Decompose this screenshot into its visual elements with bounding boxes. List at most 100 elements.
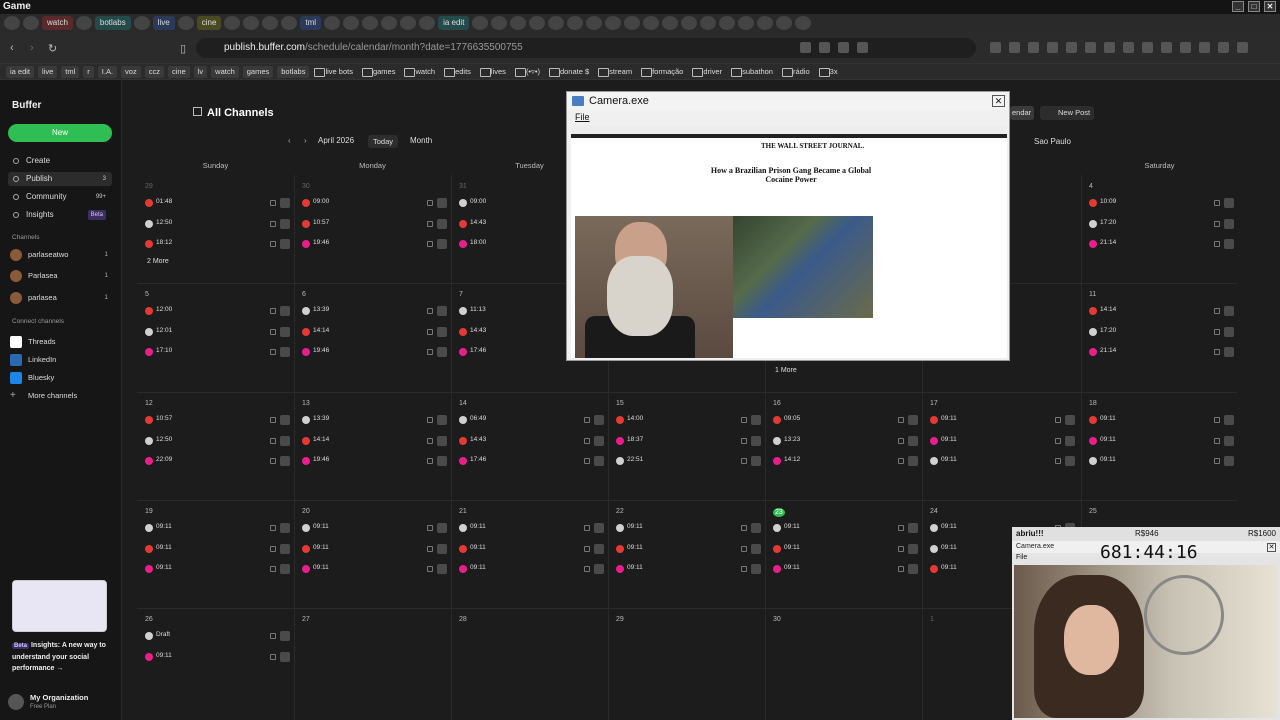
close-window-button[interactable]: ✕ [1264, 1, 1276, 12]
scheduled-post[interactable]: 09:11 [1089, 455, 1234, 467]
tab-favicon-icon[interactable] [4, 16, 20, 30]
tab-favicon-icon[interactable] [281, 16, 298, 30]
scheduled-post[interactable]: 14:14 [1089, 305, 1234, 317]
extension-icon[interactable] [1009, 42, 1020, 53]
tab-favicon-icon[interactable] [776, 16, 793, 30]
tab-favicon-icon[interactable] [133, 16, 150, 30]
scheduled-post[interactable]: 17:20 [1089, 326, 1234, 338]
scheduled-post[interactable]: 18:12 [145, 238, 290, 250]
connect-bluesky[interactable]: Bluesky [10, 371, 110, 385]
bookmark-item[interactable]: donate $ [548, 66, 593, 78]
bookmark-item[interactable]: lives [479, 66, 510, 78]
bookmark-item[interactable]: r [83, 65, 94, 78]
tab-favicon-icon[interactable] [643, 16, 660, 30]
tab[interactable]: botlabs [94, 16, 131, 30]
scheduled-post[interactable]: 13:39 [302, 305, 447, 317]
second-camera-window[interactable]: abriu!!! R$946 R$1600 Camera.exe 681:44:16… [1012, 527, 1280, 720]
bookmark-item[interactable]: live bots [313, 66, 357, 78]
scheduled-post[interactable]: 09:11 [459, 543, 604, 555]
close-icon[interactable]: ✕ [1267, 543, 1276, 552]
tab-favicon-icon[interactable] [177, 16, 194, 30]
bookmark-item[interactable]: edits [443, 66, 475, 78]
scheduled-post[interactable]: 22:51 [616, 455, 761, 467]
back-icon[interactable]: ‹ [10, 42, 14, 54]
new-post-button[interactable]: New Post [1040, 106, 1094, 120]
bookmark-item[interactable]: 3x [818, 66, 842, 78]
tab-favicon-icon[interactable] [510, 16, 527, 30]
tab-favicon-icon[interactable] [738, 16, 755, 30]
extension-icon[interactable] [1028, 42, 1039, 53]
scheduled-post[interactable]: 14:00 [616, 414, 761, 426]
extension-icon[interactable] [1237, 42, 1248, 53]
tab-favicon-icon[interactable] [624, 16, 641, 30]
calendar-button[interactable]: endar [1010, 106, 1034, 120]
extension-icon[interactable] [1199, 42, 1210, 53]
scheduled-post[interactable]: 09:11 [773, 522, 918, 534]
nav-insights[interactable]: Insights Beta [8, 208, 112, 222]
connect-linkedin[interactable]: LinkedIn [10, 353, 110, 367]
bookmark-item[interactable]: watch [403, 66, 439, 78]
extension-icon[interactable] [1218, 42, 1229, 53]
scheduled-post[interactable]: 09:11 [302, 522, 447, 534]
today-button[interactable]: Today [368, 135, 398, 148]
tab-favicon-icon[interactable] [605, 16, 622, 30]
tab-favicon-icon[interactable] [681, 16, 698, 30]
tab-favicon-icon[interactable] [548, 16, 565, 30]
scheduled-post[interactable]: 09:11 [145, 522, 290, 534]
tab[interactable]: cine [196, 16, 222, 30]
more-posts-link[interactable]: 2 More [147, 258, 169, 265]
extension-icon[interactable] [990, 42, 1001, 53]
scheduled-post[interactable]: 09:11 [145, 563, 290, 575]
extension-icon[interactable] [1161, 42, 1172, 53]
tab[interactable]: live [152, 16, 175, 30]
timezone-select[interactable]: Sao Paulo [1034, 137, 1071, 146]
scheduled-post[interactable]: 09:11 [616, 522, 761, 534]
bookmark-item[interactable]: formação [640, 66, 687, 78]
channel-item[interactable]: parlasea 1 [10, 291, 110, 305]
bookmark-item[interactable]: subathon [730, 66, 777, 78]
scheduled-post[interactable]: 12:01 [145, 326, 290, 338]
bookmark-item[interactable]: voz [121, 65, 141, 78]
extension-icon[interactable] [1180, 42, 1191, 53]
bookmark-item[interactable]: rádio [781, 66, 814, 78]
scheduled-post[interactable]: 18:37 [616, 435, 761, 447]
bookmark-item[interactable]: ia edit [6, 65, 35, 78]
scheduled-post[interactable]: 12:50 [145, 218, 290, 230]
scheduled-post[interactable]: 09:00 [302, 197, 447, 209]
scheduled-post[interactable]: 09:11 [773, 543, 918, 555]
scheduled-post[interactable]: 09:11 [1089, 414, 1234, 426]
camera-window[interactable]: Camera.exe ✕ File THE WALL STREET JOURNA… [566, 91, 1010, 361]
tab-favicon-icon[interactable] [362, 16, 379, 30]
scheduled-post[interactable]: 12:50 [145, 435, 290, 447]
scheduled-post[interactable]: 10:57 [145, 414, 290, 426]
reload-icon[interactable]: ↻ [48, 42, 57, 55]
scheduled-post[interactable]: 09:11 [930, 435, 1075, 447]
tab-favicon-icon[interactable] [75, 16, 92, 30]
insights-promo[interactable]: Beta Insights: A new way to understand y… [8, 578, 112, 674]
maximize-button[interactable]: □ [1248, 1, 1260, 12]
scheduled-post[interactable]: Draft [145, 630, 290, 642]
scheduled-post[interactable]: 21:14 [1089, 238, 1234, 250]
scheduled-post[interactable]: 14:14 [302, 326, 447, 338]
bookmark-item[interactable]: cine [167, 65, 190, 78]
bookmark-item[interactable]: stream [597, 66, 636, 78]
tab[interactable]: ia edit [438, 16, 470, 30]
nav-create[interactable]: Create [8, 154, 112, 168]
scheduled-post[interactable]: 09:05 [773, 414, 918, 426]
scheduled-post[interactable]: 19:46 [302, 455, 447, 467]
extension-icon[interactable] [1142, 42, 1153, 53]
scheduled-post[interactable]: 09:11 [145, 651, 290, 663]
tab-favicon-icon[interactable] [343, 16, 360, 30]
scheduled-post[interactable]: 17:46 [459, 455, 604, 467]
scheduled-post[interactable]: 14:12 [773, 455, 918, 467]
tab-favicon-icon[interactable] [529, 16, 546, 30]
bookmark-icon[interactable]: ▯ [180, 42, 186, 55]
scheduled-post[interactable]: 01:48 [145, 197, 290, 209]
close-icon[interactable]: ✕ [992, 95, 1005, 107]
bookmark-item[interactable]: watch [211, 65, 239, 78]
tab[interactable]: tml [300, 16, 322, 30]
tab-favicon-icon[interactable] [700, 16, 717, 30]
channel-item[interactable]: parlaseatwo 1 [10, 248, 110, 262]
bookmark-item[interactable]: games [361, 66, 400, 78]
more-posts-link[interactable]: 1 More [775, 367, 797, 374]
